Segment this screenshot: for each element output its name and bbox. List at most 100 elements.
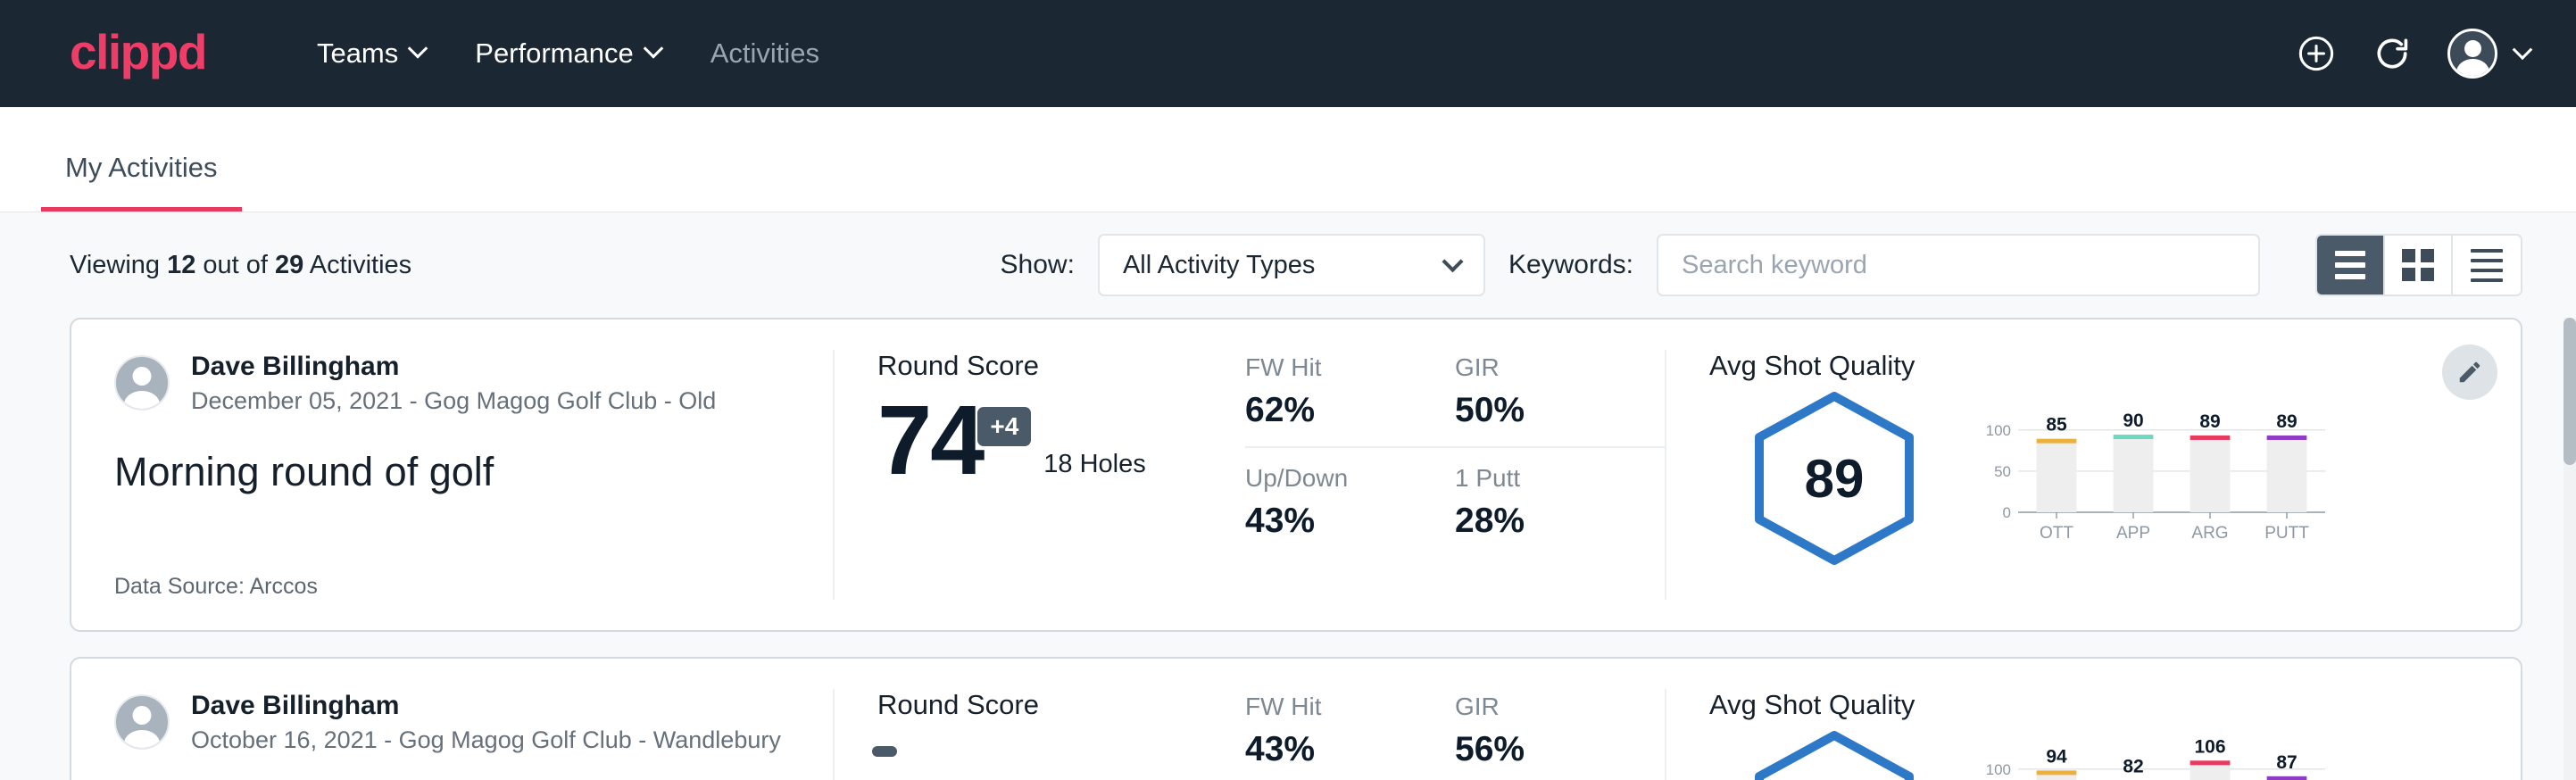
stat-value: 56% bbox=[1455, 730, 1629, 769]
round-score-row bbox=[877, 734, 1245, 757]
activity-type-select[interactable]: All Activity Types bbox=[1098, 234, 1485, 296]
shot-quality-bar-chart: 10050094OTT82APP106ARG87PUTT bbox=[1949, 728, 2521, 780]
avatar bbox=[114, 694, 170, 750]
chevron-down-icon bbox=[408, 38, 428, 59]
stat-value: 43% bbox=[1245, 730, 1419, 769]
svg-text:90: 90 bbox=[2123, 411, 2143, 431]
stat-label: GIR bbox=[1455, 353, 1629, 382]
avg-shot-quality-body: 10050094OTT82APP106ARG87PUTT bbox=[1709, 728, 2521, 780]
svg-text:0: 0 bbox=[2003, 504, 2011, 521]
page-scrollbar[interactable] bbox=[2564, 318, 2576, 780]
nav-item-performance[interactable]: Performance bbox=[450, 29, 685, 79]
tab-my-activities[interactable]: My Activities bbox=[41, 152, 242, 212]
shot-quality-value: 89 bbox=[1745, 389, 1924, 568]
chevron-down-icon bbox=[1442, 251, 1463, 272]
round-stats: FW Hit 62% GIR 50% Up/Down 43% 1 Putt 28… bbox=[1245, 350, 1665, 600]
viewing-total: 29 bbox=[275, 251, 303, 279]
chevron-down-icon bbox=[643, 38, 663, 59]
list-icon-line bbox=[2335, 251, 2365, 256]
svg-text:85: 85 bbox=[2046, 415, 2067, 436]
avg-shot-quality-section: Avg Shot Quality 89 10050085OTT90APP89AR… bbox=[1665, 350, 2521, 600]
round-score-label: Round Score bbox=[877, 689, 1245, 721]
round-stats: FW Hit 43% GIR 56% bbox=[1245, 689, 1665, 780]
svg-text:APP: APP bbox=[2116, 524, 2150, 543]
svg-text:ARG: ARG bbox=[2191, 524, 2228, 543]
edit-activity-button[interactable] bbox=[2442, 344, 2497, 400]
toolbar-controls: Show: All Activity Types Keywords: bbox=[1001, 234, 2522, 296]
scrollbar-thumb[interactable] bbox=[2564, 318, 2576, 465]
view-mode-grid-button[interactable] bbox=[2385, 236, 2453, 295]
plus-circle-icon[interactable] bbox=[2296, 33, 2337, 74]
stat-up-down: Up/Down 43% bbox=[1245, 464, 1455, 541]
activity-card[interactable]: Dave Billingham October 16, 2021 - Gog M… bbox=[70, 657, 2522, 780]
svg-text:106: 106 bbox=[2194, 736, 2225, 757]
svg-text:89: 89 bbox=[2199, 411, 2220, 432]
svg-text:100: 100 bbox=[1986, 761, 2011, 778]
svg-text:94: 94 bbox=[2046, 746, 2067, 767]
viewing-count: 12 bbox=[167, 251, 195, 279]
tab-my-activities-label: My Activities bbox=[65, 152, 218, 183]
stat-label: GIR bbox=[1455, 693, 1629, 721]
stat-value: 28% bbox=[1455, 502, 1629, 541]
shot-quality-hexagon bbox=[1745, 728, 1924, 780]
activity-summary: Dave Billingham October 16, 2021 - Gog M… bbox=[71, 689, 835, 780]
nav-item-performance-label: Performance bbox=[475, 37, 633, 70]
search-input[interactable] bbox=[1657, 234, 2260, 296]
player-name: Dave Billingham bbox=[191, 689, 781, 723]
stat-label: Up/Down bbox=[1245, 464, 1419, 493]
tab-bar: My Activities bbox=[0, 107, 2576, 212]
account-avatar-icon bbox=[2447, 29, 2497, 79]
stat-fw-hit: FW Hit 62% bbox=[1245, 353, 1455, 448]
filter-toolbar: Viewing 12 out of 29 Activities Show: Al… bbox=[0, 212, 2576, 318]
activity-list: Dave Billingham December 05, 2021 - Gog … bbox=[0, 318, 2576, 780]
score-to-par-badge bbox=[872, 746, 897, 757]
holes-count: 18 Holes bbox=[1043, 450, 1145, 488]
stat-label: FW Hit bbox=[1245, 693, 1419, 721]
keywords-label: Keywords: bbox=[1508, 250, 1633, 280]
stat-1-putt: 1 Putt 28% bbox=[1455, 464, 1665, 541]
top-navbar: clippd Teams Performance Activities bbox=[0, 0, 2576, 107]
chevron-down-icon bbox=[2513, 39, 2533, 60]
view-mode-toggle bbox=[2315, 234, 2522, 296]
navbar-actions bbox=[2296, 29, 2530, 79]
viewing-count-text: Viewing 12 out of 29 Activities bbox=[70, 251, 411, 280]
view-mode-list-button[interactable] bbox=[2317, 236, 2385, 295]
refresh-icon[interactable] bbox=[2372, 34, 2412, 73]
svg-text:89: 89 bbox=[2276, 411, 2297, 432]
svg-text:50: 50 bbox=[1994, 463, 2011, 480]
svg-text:87: 87 bbox=[2276, 752, 2297, 773]
round-score-label: Round Score bbox=[877, 350, 1245, 382]
detail-icon-line bbox=[2471, 278, 2503, 282]
svg-text:OTT: OTT bbox=[2040, 524, 2073, 543]
round-score-section: Round Score bbox=[835, 689, 1245, 780]
detail-icon-line bbox=[2471, 259, 2503, 262]
grid-icon bbox=[2402, 249, 2434, 281]
stat-gir: GIR 50% bbox=[1455, 353, 1665, 448]
activity-summary: Dave Billingham December 05, 2021 - Gog … bbox=[71, 350, 835, 600]
activity-type-select-value: All Activity Types bbox=[1123, 251, 1315, 280]
nav-item-teams-label: Teams bbox=[317, 37, 398, 70]
clippd-logo[interactable]: clippd bbox=[70, 28, 206, 80]
show-label: Show: bbox=[1001, 250, 1075, 280]
stat-label: 1 Putt bbox=[1455, 464, 1629, 493]
activity-data-source: Data Source: Arccos bbox=[114, 574, 790, 600]
activity-meta: December 05, 2021 - Gog Magog Golf Club … bbox=[191, 386, 716, 417]
viewing-suffix: Activities bbox=[303, 251, 411, 279]
avg-shot-quality-label: Avg Shot Quality bbox=[1709, 350, 2521, 382]
nav-item-activities-label: Activities bbox=[710, 37, 819, 70]
stat-label: FW Hit bbox=[1245, 353, 1419, 382]
view-mode-detail-button[interactable] bbox=[2453, 236, 2521, 295]
score-to-par-badge: +4 bbox=[977, 407, 1031, 446]
stat-gir: GIR 56% bbox=[1455, 693, 1665, 780]
account-menu[interactable] bbox=[2447, 29, 2530, 79]
activity-card[interactable]: Dave Billingham December 05, 2021 - Gog … bbox=[70, 318, 2522, 632]
detail-icon-line bbox=[2471, 249, 2503, 253]
nav-item-teams[interactable]: Teams bbox=[292, 29, 450, 79]
detail-icon-line bbox=[2471, 269, 2503, 272]
activity-author: Dave Billingham October 16, 2021 - Gog M… bbox=[114, 689, 790, 756]
round-score-section: Round Score 74 +4 18 Holes bbox=[835, 350, 1245, 600]
shot-quality-value bbox=[1745, 728, 1924, 780]
avatar bbox=[114, 355, 170, 411]
stat-value: 43% bbox=[1245, 502, 1419, 541]
nav-item-activities[interactable]: Activities bbox=[686, 29, 844, 79]
